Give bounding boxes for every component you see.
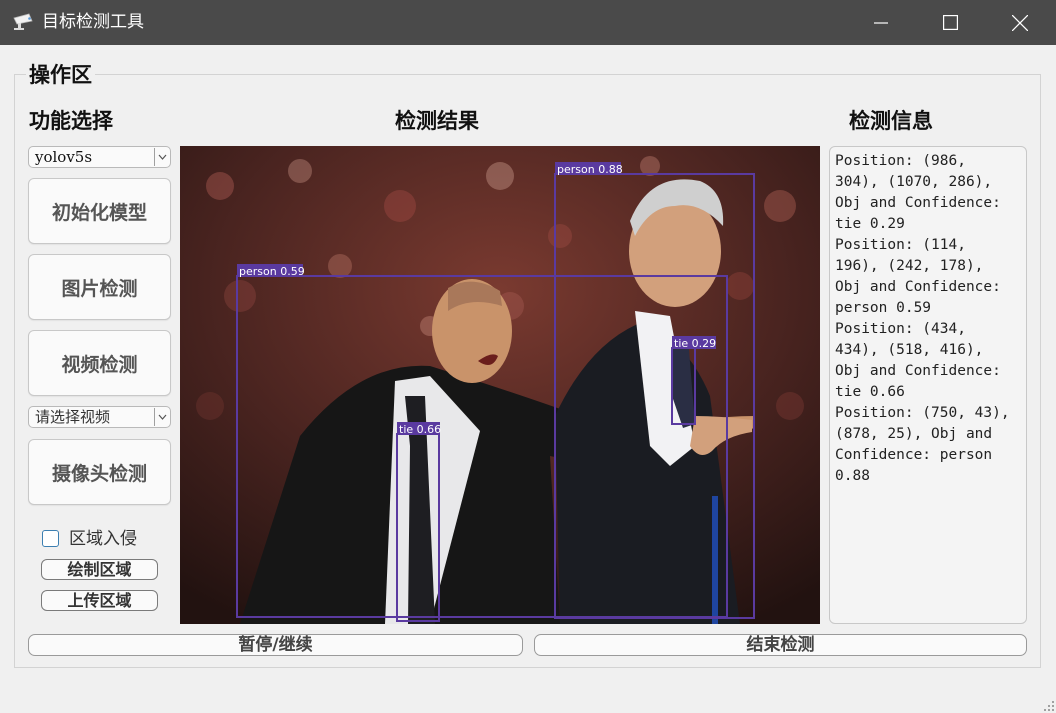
detection-label: person 0.59 <box>239 265 305 278</box>
info-lines: Position: (986, 304), (1070, 286), Obj and… <box>835 151 1021 487</box>
info-line: Position: (750, 43), <box>835 405 1010 421</box>
close-button[interactable] <box>985 0 1055 45</box>
info-line: person 0.59 <box>835 300 932 316</box>
info-line: (878, 25), Obj and <box>835 426 993 442</box>
title-bar: 目标检测工具 <box>0 0 1056 45</box>
chevron-down-icon <box>155 147 170 167</box>
info-line: tie 0.29 <box>835 216 905 232</box>
detection-info-textbox[interactable]: Position: (986, 304), (1070, 286), Obj and… <box>829 146 1027 624</box>
stop-detect-button[interactable]: 结束检测 <box>534 634 1027 656</box>
window-title: 目标检测工具 <box>42 12 144 32</box>
image-detect-button[interactable]: 图片检测 <box>28 254 171 320</box>
cctv-camera-icon <box>13 13 33 30</box>
pause-resume-button[interactable]: 暂停/继续 <box>28 634 523 656</box>
minimize-icon <box>874 21 888 24</box>
video-detect-button[interactable]: 视频检测 <box>28 330 171 396</box>
video-select-value: 请选择视频 <box>35 408 111 426</box>
upload-area-button[interactable]: 上传区域 <box>41 590 158 611</box>
info-line: tie 0.66 <box>835 384 905 400</box>
info-line: Position: (986, <box>835 153 966 169</box>
detection-label: person 0.88 <box>557 163 623 176</box>
info-line: 0.88 <box>835 468 870 484</box>
camera-detect-button[interactable]: 摄像头检测 <box>28 439 171 505</box>
info-line: Obj and Confidence: <box>835 279 1001 295</box>
intrusion-checkbox[interactable] <box>42 530 59 547</box>
maximize-icon <box>942 15 958 30</box>
init-model-button[interactable]: 初始化模型 <box>28 178 171 244</box>
group-title: 操作区 <box>26 62 95 88</box>
info-line: Confidence: person <box>835 447 993 463</box>
detection-label: tie 0.29 <box>674 337 716 350</box>
info-line: 304), (1070, 286), <box>835 174 993 190</box>
detect-result-label: 检测结果 <box>395 108 479 133</box>
info-line: 434), (518, 416), <box>835 342 984 358</box>
draw-area-button[interactable]: 绘制区域 <box>41 559 158 580</box>
chevron-down-icon <box>158 154 167 160</box>
minimize-button[interactable] <box>846 0 916 45</box>
info-line: Position: (434, <box>835 321 966 337</box>
video-select[interactable]: 请选择视频 <box>28 406 171 428</box>
result-canvas: person 0.88 person 0.59 tie 0.29 tie 0.6… <box>180 146 820 624</box>
info-line: 196), (242, 178), <box>835 258 984 274</box>
maximize-button[interactable] <box>915 0 985 45</box>
detection-label: tie 0.66 <box>399 423 441 436</box>
detect-info-label: 检测信息 <box>849 108 933 133</box>
close-icon <box>1012 14 1028 31</box>
info-line: Position: (114, <box>835 237 966 253</box>
intrusion-checkbox-label: 区域入侵 <box>69 529 137 549</box>
function-select-label: 功能选择 <box>29 108 113 133</box>
chevron-down-icon <box>155 407 170 427</box>
model-select-value: yolov5s <box>35 148 93 166</box>
chevron-down-icon <box>158 414 167 420</box>
info-line: Obj and Confidence: <box>835 195 1001 211</box>
info-line: Obj and Confidence: <box>835 363 1001 379</box>
detection-result-image: person 0.88 person 0.59 tie 0.29 tie 0.6… <box>180 146 820 624</box>
resize-grip-icon[interactable] <box>1044 701 1054 711</box>
model-select[interactable]: yolov5s <box>28 146 171 168</box>
